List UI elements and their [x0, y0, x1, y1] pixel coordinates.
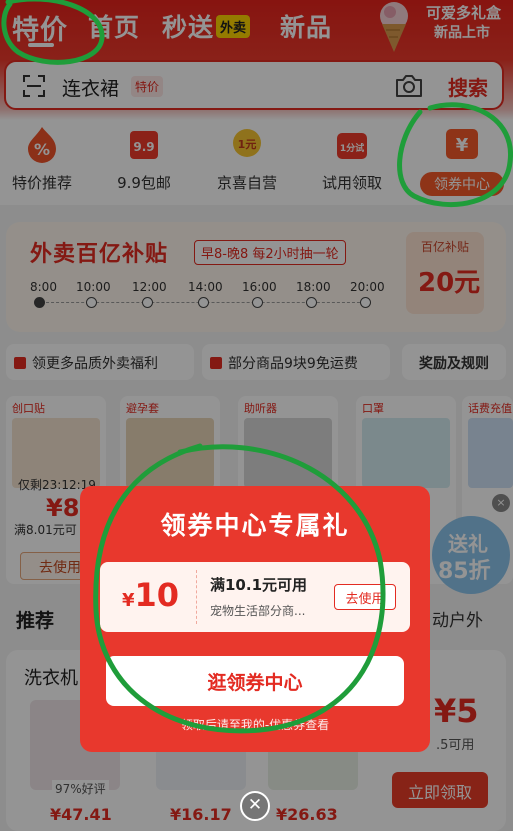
go-coupon-center-button[interactable]: 逛领券中心: [106, 656, 404, 706]
modal-title: 领券中心专属礼: [160, 511, 350, 540]
coupon-modal: 领券中心专属礼 ¥10 满10.1元可用 宠物生活部分商... 去使用 逛领券中…: [80, 486, 430, 752]
coupon-amount: ¥10: [122, 576, 179, 614]
coupon-value: 10: [134, 576, 180, 614]
coupon-description: 宠物生活部分商...: [210, 604, 306, 618]
yen-symbol: ¥: [122, 590, 135, 611]
coupon-condition: 满10.1元可用: [210, 576, 308, 594]
coupon-ticket: ¥10 满10.1元可用 宠物生活部分商... 去使用: [100, 562, 410, 632]
modal-close-icon[interactable]: ✕: [240, 791, 270, 821]
coupon-use-button[interactable]: 去使用: [334, 584, 396, 610]
coupon-divider: [196, 570, 197, 624]
modal-hint: 领取后请至我的-优惠券查看: [180, 718, 330, 732]
